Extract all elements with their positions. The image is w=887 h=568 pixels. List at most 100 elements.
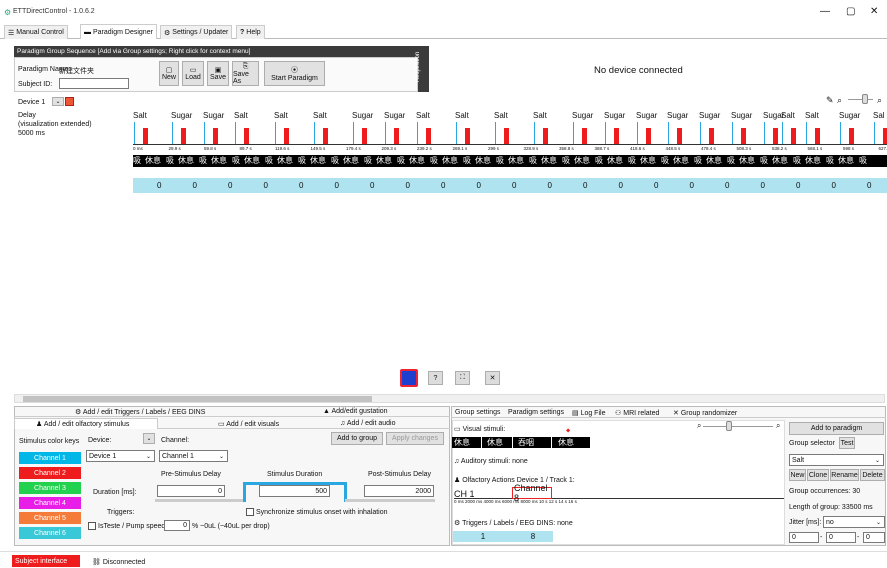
device-select[interactable]: Device 1 ⌄ xyxy=(86,450,155,462)
tab-triggers[interactable]: ⚙ Add / edit Triggers / Labels / EEG DIN… xyxy=(75,408,205,416)
tab-group-settings[interactable]: Group settings xyxy=(455,409,501,416)
jitter-select[interactable]: no ⌄ xyxy=(823,516,885,528)
channel-select[interactable]: Channel 1 ⌄ xyxy=(159,450,228,462)
group-rename-button[interactable]: Rename xyxy=(830,469,859,481)
test-button[interactable]: Test xyxy=(839,437,855,449)
istaste-checkbox[interactable] xyxy=(88,522,96,530)
timeline-stim-mark[interactable] xyxy=(791,128,796,144)
timeline[interactable]: Salt Sugar Sugar Salt Salt Salt Sugar Sugar Salt… xyxy=(133,108,887,153)
timeline-stim-mark[interactable] xyxy=(244,128,249,144)
timeline-stim-mark[interactable] xyxy=(709,128,714,144)
timeline-stim-mark[interactable] xyxy=(773,128,778,144)
device-dropdown[interactable]: ⌄ xyxy=(52,97,64,106)
pen-icon[interactable]: ✎ xyxy=(826,95,834,106)
timeline-stim-mark[interactable] xyxy=(213,128,218,144)
maximize-icon[interactable]: ▢ xyxy=(846,6,855,17)
range-input-2[interactable]: 0 xyxy=(826,532,856,543)
subject-input[interactable] xyxy=(59,78,129,89)
group-selector[interactable]: Salt ⌄ xyxy=(789,454,884,466)
start-paradigm-button[interactable]: ⦿ Start Paradigm xyxy=(264,61,325,86)
timeline-stim-label[interactable]: Salt xyxy=(533,111,547,120)
pre-duration-input[interactable]: 0 xyxy=(157,485,225,497)
monitor-icon[interactable] xyxy=(400,369,418,387)
timeline-stim-label[interactable]: Salt xyxy=(805,111,819,120)
group-new-button[interactable]: New xyxy=(789,469,806,481)
tab-paradigm-settings[interactable]: Paradigm settings xyxy=(508,409,564,416)
paradigm-name-value[interactable]: 新建文件夹 xyxy=(59,66,94,76)
range-input-1[interactable]: 0 xyxy=(789,532,819,543)
timeline-stim-label[interactable]: Sugar xyxy=(384,111,405,120)
timeline-stim-mark[interactable] xyxy=(815,128,820,144)
timeline-stim-label[interactable]: Sugar xyxy=(667,111,688,120)
timeline-stim-mark[interactable] xyxy=(465,128,470,144)
timeline-stim-label[interactable]: Salt xyxy=(234,111,248,120)
delete-device-icon[interactable] xyxy=(65,97,74,106)
zoom-slider[interactable] xyxy=(848,99,873,100)
save-button[interactable]: ▣ Save xyxy=(207,61,229,86)
visual-zoom-slider[interactable] xyxy=(703,426,773,427)
timeline-stim-label[interactable]: Salt xyxy=(313,111,327,120)
tab-manual-control[interactable]: ☰ Manual Control xyxy=(4,25,68,39)
channel-box[interactable]: Channel 8 xyxy=(512,483,552,503)
pump-speed-input[interactable]: 0 xyxy=(164,520,190,531)
timeline-stim-mark[interactable] xyxy=(646,128,651,144)
timeline-stim-mark[interactable] xyxy=(677,128,682,144)
tab-randomizer[interactable]: ✕ Group randomizer xyxy=(673,409,737,417)
scroll-thumb[interactable] xyxy=(23,396,372,402)
trigger-cell-8[interactable]: 8 xyxy=(513,531,553,542)
tab-mri[interactable]: ⚇ MRI related xyxy=(615,409,659,417)
tab-gustation[interactable]: ▲ Add/edit gustation xyxy=(323,408,388,415)
timeline-stim-label[interactable]: Sugar xyxy=(699,111,720,120)
timeline-stim-mark[interactable] xyxy=(741,128,746,144)
timeline-stim-mark[interactable] xyxy=(143,128,148,144)
timeline-stim-label[interactable]: Sugar xyxy=(839,111,860,120)
tab-settings[interactable]: ⚙ Settings / Updater xyxy=(160,25,233,39)
timeline-stim-mark[interactable] xyxy=(362,128,367,144)
tab-log-file[interactable]: ▤ Log File xyxy=(572,409,605,417)
tab-paradigm-designer[interactable]: ▬ Paradigm Designer xyxy=(80,24,157,39)
sync-checkbox[interactable] xyxy=(246,508,254,516)
horizontal-scrollbar[interactable] xyxy=(14,394,885,403)
tab-help[interactable]: ? Help xyxy=(236,25,265,39)
group-clone-button[interactable]: Clone xyxy=(807,469,829,481)
timeline-stim-label[interactable]: Sugar xyxy=(731,111,752,120)
zoom-thumb[interactable] xyxy=(862,94,868,104)
load-button[interactable]: ▭ Load xyxy=(182,61,204,86)
timeline-stim-label[interactable]: Sugar xyxy=(572,111,593,120)
timeline-stim-mark[interactable] xyxy=(284,128,289,144)
subject-interface-badge[interactable]: Subject interface xyxy=(12,555,80,567)
timeline-stim-label[interactable]: Sal xyxy=(873,111,885,120)
timeline-stim-label[interactable]: Salt xyxy=(416,111,430,120)
timeline-stim-mark[interactable] xyxy=(181,128,186,144)
timeline-stim-label[interactable]: Sugar xyxy=(636,111,657,120)
apply-changes-button[interactable]: Apply changes xyxy=(386,432,444,445)
timeline-stim-mark[interactable] xyxy=(582,128,587,144)
timeline-stim-label[interactable]: Sugar xyxy=(171,111,192,120)
timeline-stim-label[interactable]: Salt xyxy=(781,111,795,120)
timeline-stim-mark[interactable] xyxy=(614,128,619,144)
timeline-stim-mark[interactable] xyxy=(849,128,854,144)
timeline-stim-label[interactable]: Salt xyxy=(455,111,469,120)
timeline-stim-label[interactable]: Salt xyxy=(274,111,288,120)
timeline-stim-mark[interactable] xyxy=(426,128,431,144)
tool-question-button[interactable]: ? xyxy=(428,371,443,385)
visual-zoom-thumb[interactable] xyxy=(726,421,732,431)
timeline-stim-label[interactable]: Salt xyxy=(133,111,147,120)
timeline-stim-label[interactable]: Salt xyxy=(494,111,508,120)
group-delete-button[interactable]: Delete xyxy=(860,469,885,481)
timeline-stim-mark[interactable] xyxy=(883,128,887,144)
tool-shuffle-button[interactable]: ✕ xyxy=(485,371,500,385)
timeline-stim-mark[interactable] xyxy=(394,128,399,144)
zoom-in-icon[interactable]: ⌕ xyxy=(877,95,882,106)
save-as-button[interactable]: ⎘ Save As xyxy=(232,61,259,86)
add-to-paradigm-button[interactable]: Add to paradigm xyxy=(789,422,884,435)
tab-audio[interactable]: ♫ Add / edit audio xyxy=(340,420,395,427)
timeline-stim-mark[interactable] xyxy=(504,128,509,144)
trigger-cell-1[interactable]: 1 xyxy=(453,531,513,542)
minimize-icon[interactable]: — xyxy=(820,6,830,17)
tab-visuals[interactable]: ▭ Add / edit visuals xyxy=(218,420,279,428)
zoom-out-icon[interactable]: ⌕ xyxy=(837,95,842,106)
tool-expand-button[interactable]: ⛶ xyxy=(455,371,470,385)
timeline-stim-label[interactable]: Sugar xyxy=(203,111,224,120)
timeline-stim-label[interactable]: Sugar xyxy=(604,111,625,120)
